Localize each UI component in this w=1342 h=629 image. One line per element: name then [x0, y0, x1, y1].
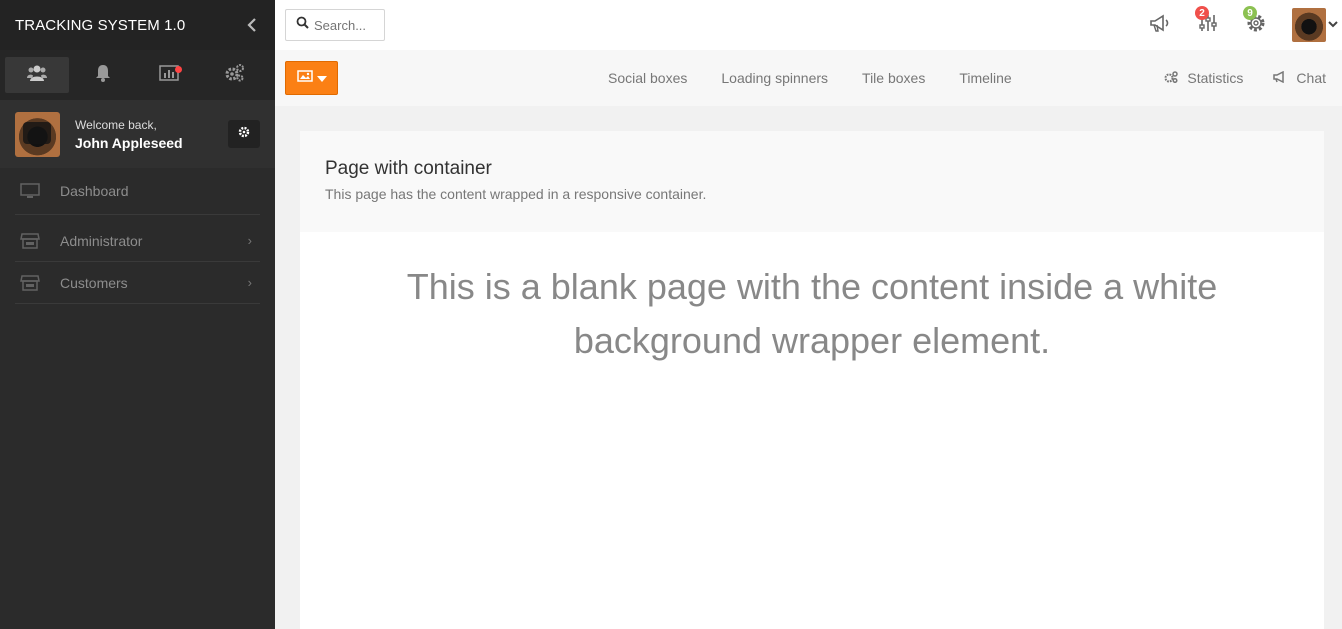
- brand-bar: TRACKING SYSTEM 1.0: [0, 0, 275, 50]
- announcements-button[interactable]: [1136, 0, 1184, 50]
- notification-badge: 2: [1195, 6, 1209, 20]
- caret-down-icon: [313, 69, 327, 87]
- collapse-sidebar-icon[interactable]: [244, 17, 260, 33]
- sidebar-menu: Dashboard Administrator › Customers ›: [0, 168, 275, 304]
- cogs-icon: [1164, 70, 1187, 86]
- sidebar-tabs: [0, 50, 275, 100]
- blank-page-message: This is a blank page with the content in…: [406, 266, 1218, 361]
- users-icon: [27, 65, 47, 86]
- cogs-icon: [225, 63, 245, 87]
- page-title: Page with container: [325, 158, 492, 179]
- chevron-right-icon: ›: [247, 275, 252, 290]
- page-body: This is a blank page with the content in…: [300, 232, 1324, 368]
- avatar[interactable]: [15, 111, 60, 157]
- media-dropdown-button[interactable]: [285, 61, 338, 95]
- profile-settings-button[interactable]: [228, 120, 260, 148]
- chat-label: Chat: [1296, 70, 1326, 86]
- user-profile: Welcome back, John Appleseed: [0, 100, 275, 168]
- store-icon: [20, 232, 40, 249]
- topbar: 2 9: [275, 0, 1342, 50]
- bullhorn-icon: [1273, 70, 1296, 86]
- chat-link[interactable]: Chat: [1273, 70, 1326, 86]
- sidebar-item-dashboard[interactable]: Dashboard: [15, 168, 260, 215]
- welcome-text: Welcome back,: [75, 117, 157, 132]
- gear-icon: [238, 125, 250, 143]
- sidebar-item-label: Customers: [60, 274, 128, 291]
- notification-dot: [175, 66, 182, 73]
- store-icon: [20, 274, 40, 291]
- image-icon: [296, 69, 313, 87]
- statistics-label: Statistics: [1187, 70, 1244, 86]
- sidebar: TRACKING SYSTEM 1.0 Welcome back, John A…: [0, 0, 275, 629]
- search-box[interactable]: [285, 9, 385, 41]
- sub-navigation: Social boxes Loading spinners Tile boxes…: [275, 50, 1342, 106]
- filters-button[interactable]: 2: [1184, 0, 1232, 50]
- page-subtitle: This page has the content wrapped in a r…: [325, 186, 707, 202]
- chevron-right-icon: ›: [247, 233, 252, 248]
- nav-link-timeline[interactable]: Timeline: [959, 70, 1011, 86]
- notification-badge: 9: [1243, 6, 1257, 20]
- settings-button[interactable]: 9: [1232, 0, 1280, 50]
- search-icon: [296, 16, 309, 34]
- tab-statistics[interactable]: [137, 57, 201, 93]
- user-name: John Appleseed: [75, 134, 183, 151]
- tab-users[interactable]: [5, 57, 69, 93]
- search-input[interactable]: [314, 17, 374, 33]
- sidebar-item-customers[interactable]: Customers ›: [15, 262, 260, 304]
- content-panel: Page with container This page has the co…: [300, 131, 1324, 629]
- tab-notifications[interactable]: [71, 57, 135, 93]
- page-header: Page with container This page has the co…: [300, 131, 1324, 232]
- megaphone-icon: [1149, 13, 1171, 38]
- monitor-icon: [20, 183, 40, 199]
- nav-link-tile-boxes[interactable]: Tile boxes: [862, 70, 925, 86]
- statistics-link[interactable]: Statistics: [1164, 70, 1243, 86]
- nav-link-loading-spinners[interactable]: Loading spinners: [721, 70, 828, 86]
- bell-icon: [95, 64, 111, 87]
- sidebar-item-administrator[interactable]: Administrator ›: [15, 220, 260, 262]
- sidebar-item-label: Dashboard: [60, 183, 129, 199]
- tab-settings[interactable]: [203, 57, 267, 93]
- sidebar-item-label: Administrator: [60, 232, 143, 249]
- app-title: TRACKING SYSTEM 1.0: [15, 16, 186, 34]
- nav-link-social-boxes[interactable]: Social boxes: [608, 70, 687, 86]
- user-avatar[interactable]: [1292, 8, 1326, 42]
- chevron-down-icon[interactable]: [1328, 19, 1342, 31]
